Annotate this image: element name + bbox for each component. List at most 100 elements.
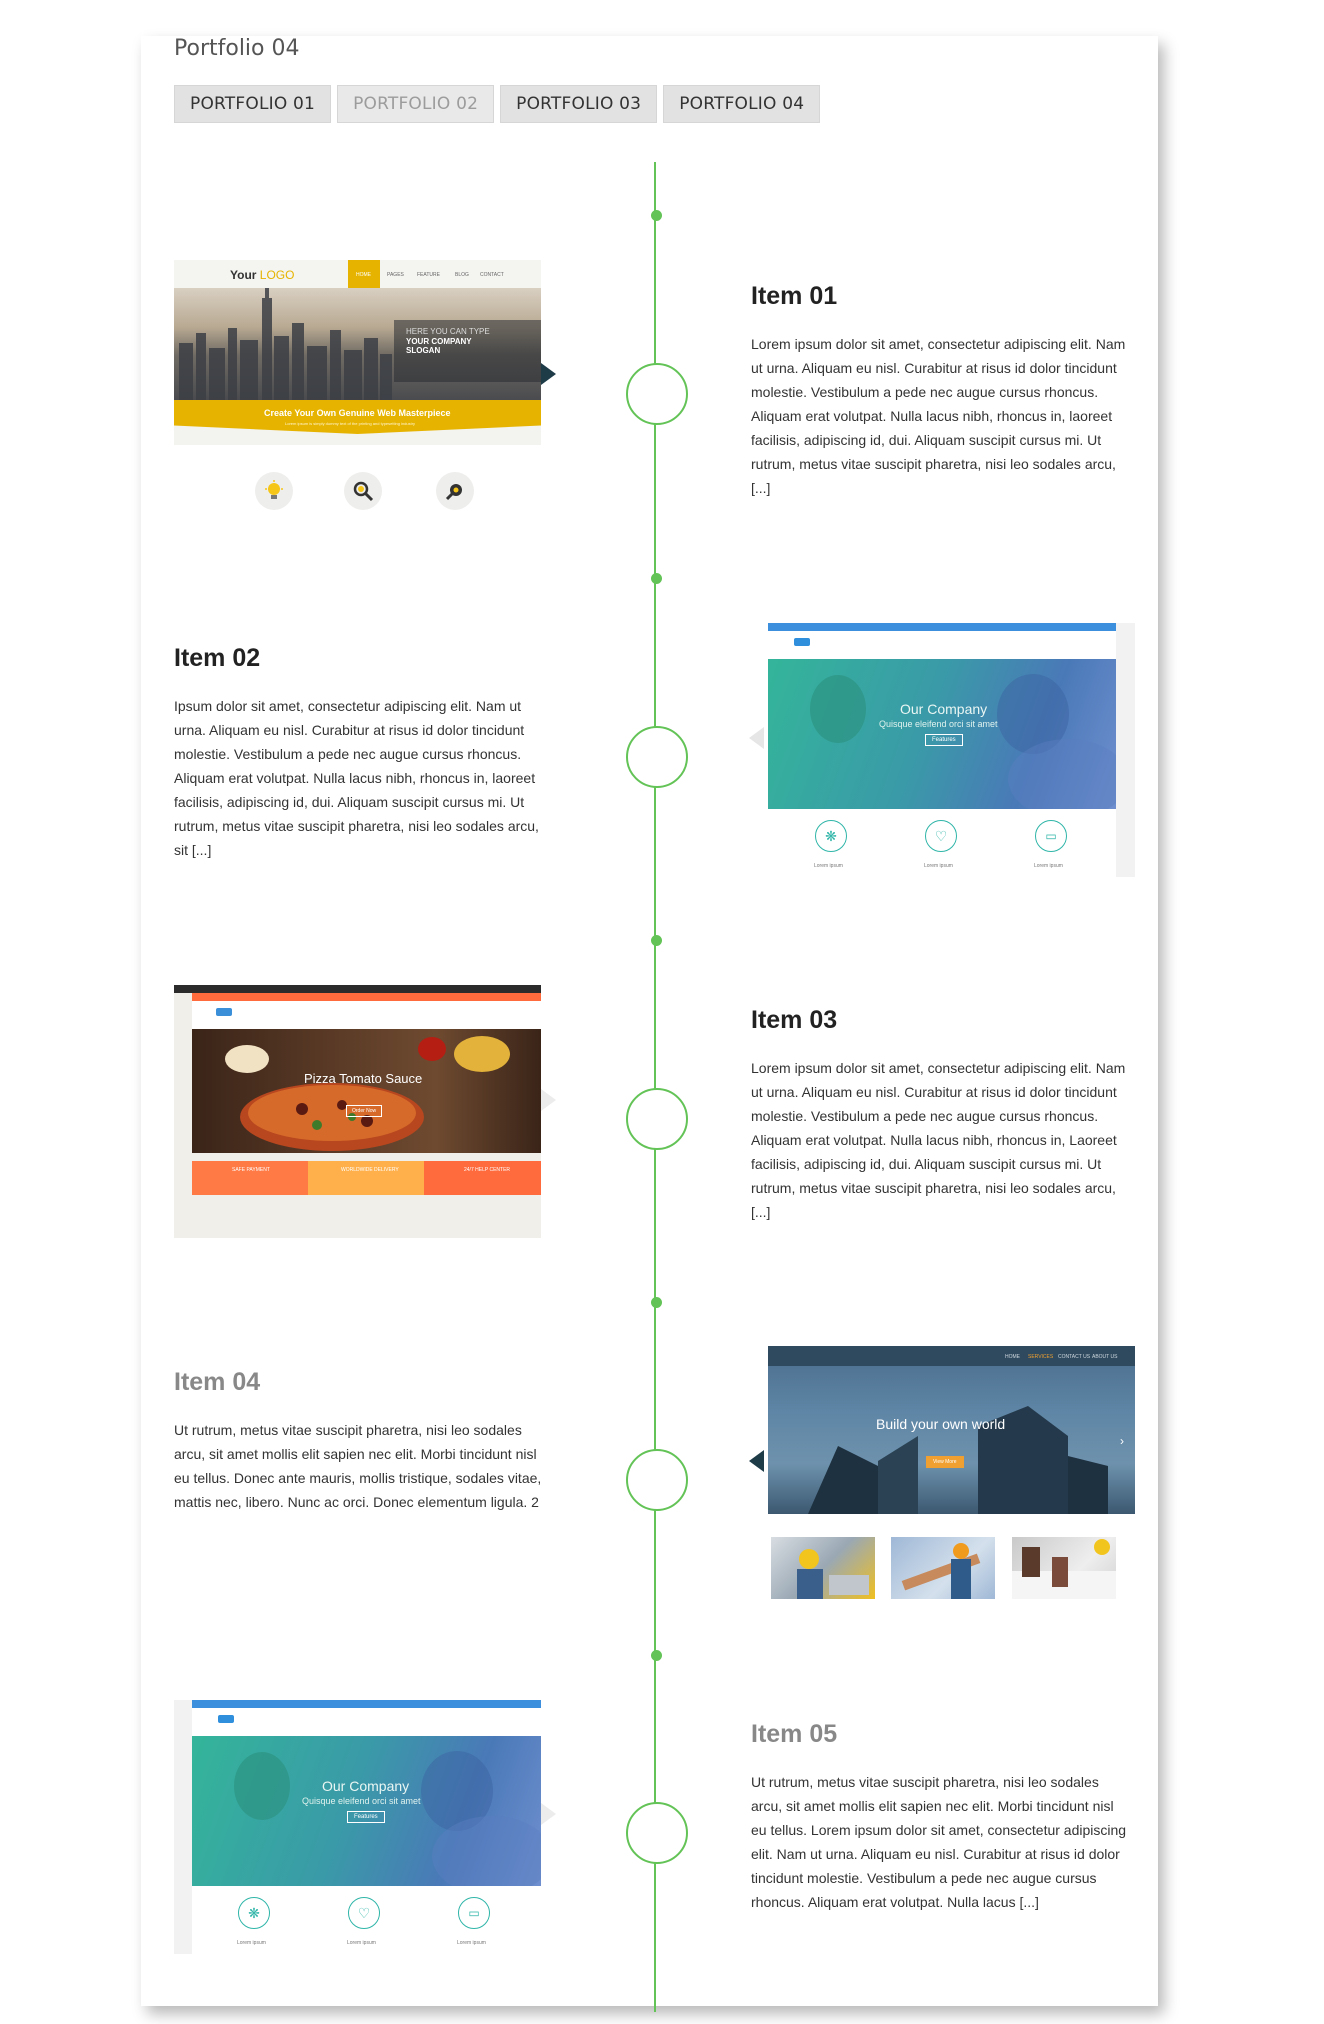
feature-label: Lorem ipsum <box>457 1940 486 1946</box>
nav-item: HOME <box>1005 1354 1020 1360</box>
timeline-dot <box>650 573 662 584</box>
item-03-thumbnail[interactable]: Pizza Tomato Sauce Order Now SAFE PAYMEN… <box>174 985 541 1238</box>
timeline-node <box>626 726 688 788</box>
team-photo <box>901 1543 981 1599</box>
worker-photo <box>797 1549 869 1599</box>
item-03-title[interactable]: Item 03 <box>751 1006 837 1035</box>
atom-icon: ❋ <box>815 820 847 852</box>
monitor-icon: ▭ <box>458 1897 490 1929</box>
item-04-description: Ut rutrum, metus vitae suscipit pharetra… <box>174 1422 542 1510</box>
monitor-icon: ▭ <box>1035 820 1067 852</box>
plans-photo <box>1012 1539 1116 1599</box>
nav-item: PAGES <box>387 272 404 278</box>
item-02-thumbnail[interactable]: Our Company Quisque eleifend orci sit am… <box>768 623 1135 877</box>
tab-portfolio-01[interactable]: PORTFOLIO 01 <box>174 85 332 123</box>
site-header <box>192 1708 541 1736</box>
thumb-header: Your LOGO HOME PAGES FEATURE BLOG CONTAC… <box>174 260 541 288</box>
atom-icon: ❋ <box>238 1897 270 1929</box>
portfolio-panel: Portfolio 04 PORTFOLIO 01 PORTFOLIO 02 P… <box>141 36 1158 2012</box>
item-03-description: Lorem ipsum dolor sit amet, consectetur … <box>751 1060 1126 1220</box>
banner-subtext: Lorem ipsum is simply dummy text of the … <box>285 421 416 426</box>
item-05-thumbnail[interactable]: Our Company Quisque eleifend orci sit am… <box>174 1700 541 1954</box>
item-02-title[interactable]: Item 02 <box>174 644 260 673</box>
features-button[interactable]: Features <box>925 734 963 746</box>
hero-title: Our Company <box>322 1778 410 1794</box>
nav-item: BLOG <box>455 272 469 278</box>
pointer-arrow <box>749 727 764 749</box>
admin-bar <box>174 985 541 993</box>
timeline-dot <box>650 210 662 221</box>
features-button[interactable]: Features <box>347 1811 385 1823</box>
logo <box>794 638 810 646</box>
feature-label: Lorem ipsum <box>924 863 953 869</box>
pointer-arrow <box>749 1450 764 1472</box>
info-box-label: WORLDWIDE DELIVERY <box>341 1167 399 1173</box>
logo <box>218 1715 234 1723</box>
feature-label: Lorem ipsum <box>347 1940 376 1946</box>
pizza-hero-image <box>192 1029 541 1153</box>
logo <box>216 1008 232 1016</box>
item-01-description: Lorem ipsum dolor sit amet, consectetur … <box>751 336 1126 496</box>
nav-item: SERVICES <box>1028 1354 1054 1360</box>
nav-item: FEATURE <box>417 272 440 278</box>
item-02-description: Ipsum dolor sit amet, consectetur adipis… <box>174 698 539 858</box>
nav-item: ABOUT US <box>1092 1354 1118 1360</box>
feature-label: Lorem ipsum <box>814 863 843 869</box>
timeline-line <box>654 162 656 2012</box>
hero-subtitle: Quisque eleifend orci sit amet <box>879 719 998 729</box>
timeline-node <box>626 1088 688 1150</box>
timeline-node <box>626 1449 688 1511</box>
tab-portfolio-02[interactable]: PORTFOLIO 02 <box>337 85 495 123</box>
item-01-title[interactable]: Item 01 <box>751 282 837 311</box>
item-04-thumbnail[interactable]: HOME SERVICES CONTACT US ABOUT US Build … <box>768 1346 1135 1514</box>
site-header <box>192 1001 541 1029</box>
nav-item: CONTACT US <box>1058 1354 1091 1360</box>
info-box-label: 24/7 HELP CENTER <box>464 1167 511 1173</box>
pizza-graphic <box>225 1036 510 1151</box>
topbar <box>192 1700 541 1708</box>
hero-title: Pizza Tomato Sauce <box>304 1071 423 1086</box>
order-button[interactable]: Order Now <box>346 1105 383 1117</box>
item-04-title[interactable]: Item 04 <box>174 1368 260 1397</box>
city-hero-image: HERE YOU CAN TYPE YOUR COMPANY SLOGAN <box>174 288 541 400</box>
topbar <box>192 993 541 1001</box>
item-05-description: Ut rutrum, metus vitae suscipit pharetra… <box>751 1774 1127 1910</box>
info-box-label: SAFE PAYMENT <box>232 1167 270 1173</box>
gear-tools-icon <box>436 472 474 510</box>
gallery-thumb-worker[interactable] <box>771 1537 875 1599</box>
item-01-thumbnail[interactable]: Your LOGO HOME PAGES FEATURE BLOG CONTAC… <box>174 260 541 445</box>
nav-item: CONTACT <box>480 272 504 278</box>
timeline-node <box>626 363 688 425</box>
portfolio-tabs: PORTFOLIO 01 PORTFOLIO 02 PORTFOLIO 03 P… <box>174 85 821 123</box>
buildings-graphic <box>808 1406 1108 1514</box>
feature-label: Lorem ipsum <box>1034 863 1063 869</box>
hero-title: Build your own world <box>876 1416 1006 1432</box>
page-title: Portfolio 04 <box>174 36 300 61</box>
heart-icon: ♡ <box>925 820 957 852</box>
site-header <box>768 631 1116 659</box>
pointer-arrow <box>541 363 556 385</box>
hero-subtitle: Quisque eleifend orci sit amet <box>302 1796 421 1806</box>
view-more-button[interactable]: View More <box>926 1456 964 1468</box>
slider-next-icon[interactable]: › <box>1120 1434 1124 1448</box>
heart-icon: ♡ <box>348 1897 380 1929</box>
timeline-dot <box>650 1650 662 1661</box>
banner-text: Create Your Own Genuine Web Masterpiece <box>264 408 451 418</box>
timeline-node <box>626 1802 688 1864</box>
gallery-thumb-plans[interactable] <box>1012 1537 1116 1599</box>
gallery-thumb-teamwork[interactable] <box>891 1537 995 1599</box>
timeline-dot <box>650 1297 662 1308</box>
feature-label: Lorem ipsum <box>237 1940 266 1946</box>
nav-item: HOME <box>356 272 371 278</box>
timeline-dot <box>650 935 662 946</box>
pointer-arrow <box>541 1803 556 1825</box>
tab-portfolio-03[interactable]: PORTFOLIO 03 <box>500 85 658 123</box>
item-05-title[interactable]: Item 05 <box>751 1720 837 1749</box>
topbar <box>768 623 1116 631</box>
logo-text: Your LOGO <box>230 268 295 282</box>
pointer-arrow <box>541 1089 556 1111</box>
tab-portfolio-04[interactable]: PORTFOLIO 04 <box>663 85 821 123</box>
hero-slogan: YOUR COMPANY SLOGAN <box>406 337 472 355</box>
hero-title: Our Company <box>900 701 988 717</box>
search-magnifier-icon <box>344 472 382 510</box>
